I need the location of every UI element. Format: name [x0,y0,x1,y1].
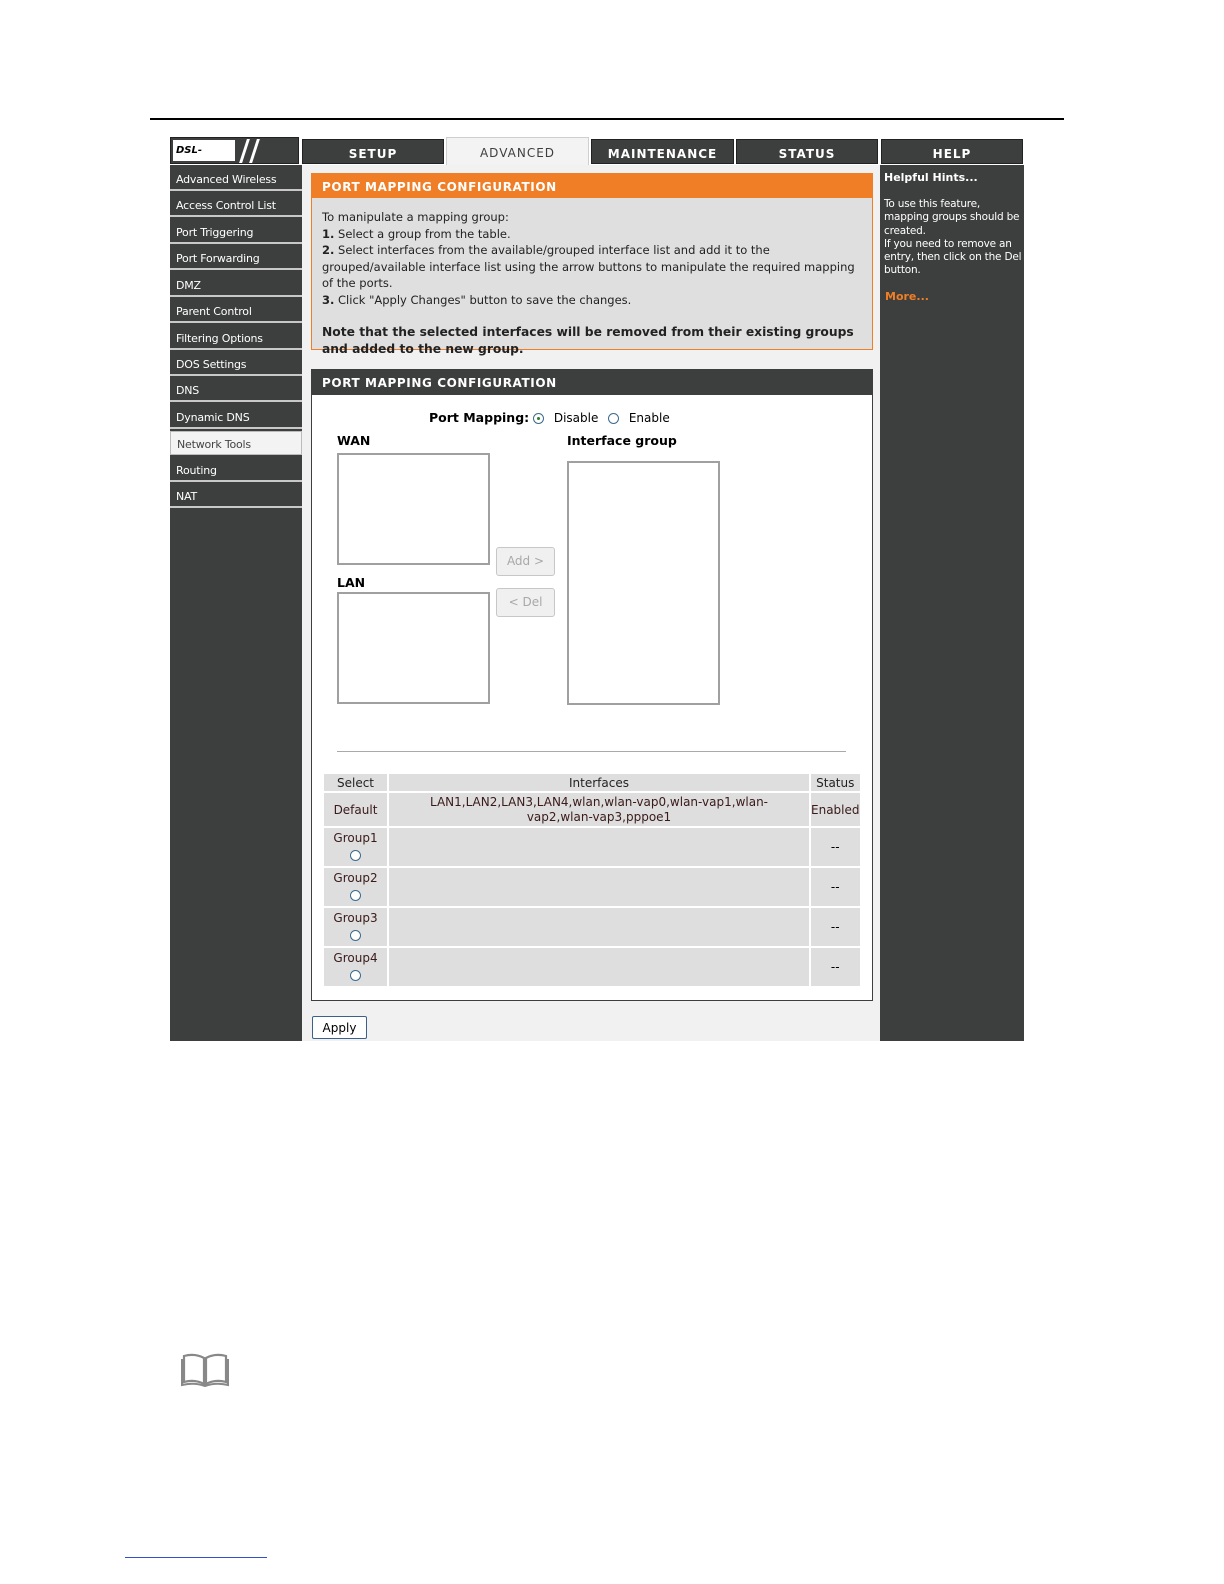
help-more-link[interactable]: More... [885,290,929,303]
default-interfaces-cell: LAN1,LAN2,LAN3,LAN4,wlan,wlan-vap0,wlan-… [389,793,809,826]
page-top-rule [150,118,1064,120]
interface-group-listbox[interactable] [567,461,720,705]
step-number: 1. [322,226,335,241]
step-text: Click "Apply Changes" button to save the… [334,292,632,307]
tab-setup[interactable]: SETUP [302,139,444,164]
group-status-cell: -- [811,908,860,946]
step-text: Select interfaces from the available/gro… [322,243,855,290]
add-button[interactable]: Add > [496,547,555,576]
table-row: Group4 -- [324,948,860,986]
sidebar-item-nat[interactable]: NAT [170,484,302,508]
config-title: PORT MAPPING CONFIGURATION [312,370,872,395]
tab-maintenance[interactable]: MAINTENANCE [591,139,734,164]
group-interfaces-cell [389,828,809,866]
step-number: 3. [322,292,335,307]
enable-radio[interactable] [608,413,619,424]
disable-radio[interactable] [533,413,544,424]
logo-slash-decoration [239,139,250,163]
footer-link-underline [125,1557,267,1558]
table-row: Group2 -- [324,868,860,906]
header-status: Status [811,774,860,791]
help-title: Helpful Hints... [884,171,978,184]
del-button[interactable]: < Del [496,588,555,617]
group2-radio[interactable] [350,890,361,901]
tab-advanced[interactable]: ADVANCED [446,137,589,166]
wan-listbox[interactable] [337,453,490,565]
port-mapping-label: Port Mapping: [429,410,530,425]
port-mapping-enable-option[interactable]: Enable [608,411,670,425]
group-status-cell: -- [811,828,860,866]
group-name: Group2 [333,871,378,885]
group-select-cell: Group2 [324,868,387,906]
default-select-cell: Default [324,793,387,826]
table-row: Group3 -- [324,908,860,946]
group-table: Select Interfaces Status Default LAN1,LA… [322,772,862,988]
intro-panel: PORT MAPPING CONFIGURATION To manipulate… [311,173,873,356]
sidebar-item-dmz[interactable]: DMZ [170,273,302,297]
intro-line: To manipulate a mapping group: [322,210,509,224]
group4-radio[interactable] [350,970,361,981]
tab-status[interactable]: STATUS [736,139,878,164]
logo-slash-decoration [249,139,260,163]
table-row-default: Default LAN1,LAN2,LAN3,LAN4,wlan,wlan-va… [324,793,860,826]
model-name: DSL-2730E [173,140,235,177]
group-interfaces-cell [389,908,809,946]
device-logo: DSL-2730E [170,137,299,177]
group-interfaces-cell [389,868,809,906]
sidebar-item-dns[interactable]: DNS [170,378,302,402]
intro-step-1: 1. Select a group from the table. [322,226,862,243]
sidebar-item-parent-control[interactable]: Parent Control [170,299,302,323]
group-select-cell: Group3 [324,908,387,946]
enable-label: Enable [628,411,670,425]
table-row: Group1 -- [324,828,860,866]
sidebar-item-network-tools[interactable]: Network Tools [170,431,302,455]
lan-listbox[interactable] [337,592,490,704]
disable-label: Disable [553,411,599,425]
header-interfaces: Interfaces [389,774,809,791]
intro-body: To manipulate a mapping group: 1. Select… [312,198,872,357]
step-number: 2. [322,243,335,257]
sidebar-item-access-control-list[interactable]: Access Control List [170,193,302,217]
intro-title: PORT MAPPING CONFIGURATION [312,174,872,198]
sidebar-item-port-triggering[interactable]: Port Triggering [170,220,302,244]
config-panel: PORT MAPPING CONFIGURATION Port Mapping:… [311,369,873,1001]
port-mapping-disable-option[interactable]: Disable [533,411,598,425]
group1-radio[interactable] [350,850,361,861]
group-name: Group4 [333,951,378,965]
section-divider [337,751,846,752]
sidebar: Advanced Wireless Access Control List Po… [170,165,302,1041]
intro-note: Note that the selected interfaces will b… [322,325,854,356]
wan-label: WAN [337,433,371,448]
group-select-cell: Group1 [324,828,387,866]
default-status-cell: Enabled [811,793,860,826]
step-text: Select a group from the table. [334,226,511,241]
tab-help[interactable]: HELP [881,139,1023,164]
sidebar-item-dynamic-dns[interactable]: Dynamic DNS [170,405,302,429]
table-header-row: Select Interfaces Status [324,774,860,791]
main-content: PORT MAPPING CONFIGURATION To manipulate… [302,165,880,1041]
group3-radio[interactable] [350,930,361,941]
sidebar-item-routing[interactable]: Routing [170,458,302,482]
sidebar-item-advanced-wireless[interactable]: Advanced Wireless [170,167,302,191]
group-select-cell: Group4 [324,948,387,986]
group-name: Group1 [333,831,378,845]
group-status-cell: -- [811,868,860,906]
book-icon [181,1353,229,1387]
sidebar-item-filtering-options[interactable]: Filtering Options [170,326,302,350]
sidebar-item-port-forwarding[interactable]: Port Forwarding [170,246,302,270]
help-panel: Helpful Hints... To use this feature, ma… [880,165,1024,1041]
interface-group-label: Interface group [567,433,677,448]
group-interfaces-cell [389,948,809,986]
group-status-cell: -- [811,948,860,986]
apply-button[interactable]: Apply [312,1016,367,1039]
help-text: To use this feature, mapping groups shou… [884,198,1022,277]
sidebar-item-dos-settings[interactable]: DOS Settings [170,352,302,376]
intro-step-3: 3. Click "Apply Changes" button to save … [322,292,862,309]
group-name: Group3 [333,911,378,925]
header-select: Select [324,774,387,791]
lan-label: LAN [337,575,366,590]
intro-step-2: 2. Select interfaces from the available/… [322,242,862,292]
